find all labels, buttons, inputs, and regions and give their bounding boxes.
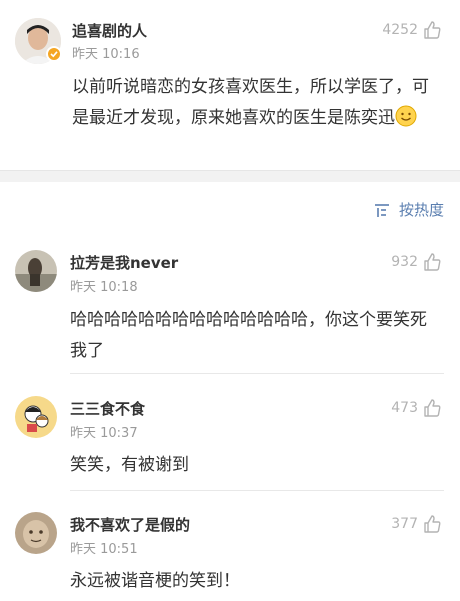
comment-item: 我不喜欢了是假的 昨天 10:51 377 永远被谐音梗的笑到！ bbox=[0, 510, 460, 600]
verified-badge-icon bbox=[46, 46, 62, 62]
commenter-avatar[interactable] bbox=[15, 250, 57, 292]
comment-like-count: 932 bbox=[391, 254, 418, 270]
commenter-avatar[interactable] bbox=[15, 396, 57, 438]
post-like-button[interactable]: 4252 bbox=[382, 20, 442, 40]
post: 追喜剧的人 昨天 10:16 4252 以前听说暗恋的女孩喜欢医生，所以学医了，… bbox=[0, 0, 460, 170]
post-text: 以前听说暗恋的女孩喜欢医生，所以学医了，可是最近才发现，原来她喜欢的医生是陈奕迅 bbox=[72, 72, 444, 138]
comment-separator bbox=[70, 490, 444, 491]
comment-time: 昨天 10:51 bbox=[70, 542, 138, 557]
comment-like-count: 473 bbox=[391, 400, 418, 416]
commenter-avatar[interactable] bbox=[15, 512, 57, 554]
comment-like-button[interactable]: 377 bbox=[391, 514, 442, 534]
comment-item: 拉芳是我never 昨天 10:18 932 哈哈哈哈哈哈哈哈哈哈哈哈哈哈，你这… bbox=[0, 250, 460, 374]
comment-text: 笑笑，有被谢到 bbox=[70, 455, 189, 475]
sort-label: 按热度 bbox=[398, 201, 444, 219]
post-author-name[interactable]: 追喜剧的人 bbox=[72, 20, 147, 41]
post-like-count: 4252 bbox=[382, 22, 418, 38]
comment-item: 三三食不食 昨天 10:37 473 笑笑，有被谢到 bbox=[0, 394, 460, 494]
comment-separator bbox=[70, 373, 444, 374]
comment-time: 昨天 10:37 bbox=[70, 426, 138, 441]
comment-text: 哈哈哈哈哈哈哈哈哈哈哈哈哈哈，你这个要笑死我了 bbox=[70, 310, 427, 361]
comment-time: 昨天 10:18 bbox=[70, 280, 138, 295]
commenter-name[interactable]: 拉芳是我never bbox=[70, 252, 178, 273]
thumbs-up-icon bbox=[424, 515, 441, 533]
thumbs-up-icon bbox=[424, 253, 441, 271]
post-text-content: 以前听说暗恋的女孩喜欢医生，所以学医了，可是最近才发现，原来她喜欢的医生是陈奕迅 bbox=[72, 77, 429, 128]
commenter-name[interactable]: 三三食不食 bbox=[70, 398, 145, 419]
section-divider bbox=[0, 170, 460, 182]
comment-like-count: 377 bbox=[391, 516, 418, 532]
commenter-name[interactable]: 我不喜欢了是假的 bbox=[70, 514, 190, 535]
thumbs-up-icon bbox=[424, 21, 441, 39]
comment-text: 永远被谐音梗的笑到！ bbox=[70, 571, 240, 591]
smile-emoji-icon bbox=[395, 105, 417, 138]
comment-like-button[interactable]: 932 bbox=[391, 252, 442, 272]
comment-like-button[interactable]: 473 bbox=[391, 398, 442, 418]
sort-icon bbox=[374, 203, 389, 217]
sort-by-popularity-button[interactable]: 按热度 bbox=[374, 199, 444, 220]
thumbs-up-icon bbox=[424, 399, 441, 417]
post-time: 昨天 10:16 bbox=[72, 47, 140, 62]
